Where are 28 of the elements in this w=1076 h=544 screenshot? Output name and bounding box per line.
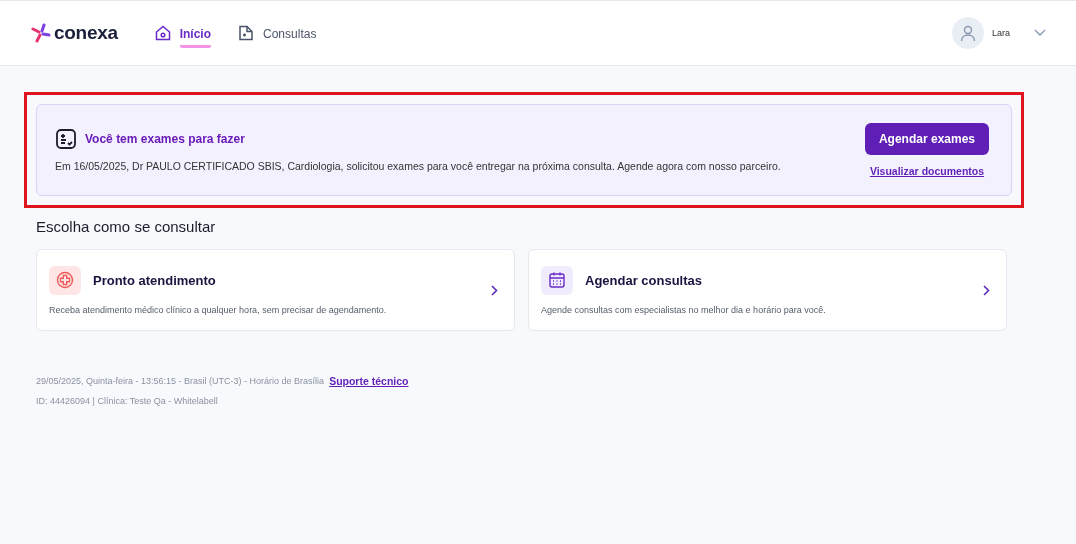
user-name[interactable]: Lara bbox=[992, 28, 1010, 38]
footer-info: ID: 44426094 | Clínica: Teste Qa - Whitelabell bbox=[36, 396, 218, 406]
banner-text: Em 16/05/2025, Dr PAULO CERTIFICADO SBIS, Cardiologia, solicitou exames para você entregar na próxima consulta. Agende agora com nosso parceiro. bbox=[55, 160, 782, 172]
card-title: Agendar consultas bbox=[585, 272, 703, 288]
document-icon bbox=[237, 24, 256, 42]
chevron-down-icon[interactable] bbox=[1034, 29, 1046, 37]
nav-tab[interactable]: Início bbox=[153, 18, 212, 48]
chevron-right-icon bbox=[983, 284, 990, 296]
calendar-icon bbox=[541, 265, 573, 295]
chevron-right-icon bbox=[491, 284, 498, 296]
home-icon bbox=[153, 24, 172, 42]
card-description: Receba atendimento médico clínico a qualquer hora, sem precisar de agendamento. bbox=[49, 304, 388, 315]
logo-icon bbox=[31, 23, 51, 43]
section-title: Escolha como se consultar bbox=[36, 218, 217, 235]
banner-title: Você tem exames para fazer bbox=[85, 132, 245, 146]
card-title: Pronto atendimento bbox=[93, 272, 216, 288]
card-description: Agende consultas com especialistas no melhor dia e horário para você. bbox=[541, 304, 827, 315]
support-link[interactable]: Suporte técnico bbox=[329, 375, 409, 387]
exam-list-icon bbox=[55, 128, 77, 150]
option-card[interactable]: Pronto atendimento Receba atendimento médico clínico a qualquer hora, sem precisar de agendamento. bbox=[36, 249, 515, 331]
medical-cross-icon bbox=[49, 265, 81, 295]
view-documents-link[interactable]: Visualizar documentos bbox=[869, 165, 985, 177]
avatar-icon[interactable] bbox=[952, 17, 984, 49]
footer-datetime: 29/05/2025, Quinta-feira - 13:56:15 - Brasil (UTC-3) - Horário de Brasília bbox=[36, 376, 325, 386]
nav-tab[interactable]: Consultas bbox=[237, 18, 317, 48]
logo-wordmark[interactable]: conexa bbox=[54, 22, 118, 44]
option-card[interactable]: Agendar consultas Agende consultas com especialistas no melhor dia e horário para você. bbox=[528, 249, 1007, 331]
schedule-exams-button[interactable]: Agendar exames bbox=[864, 123, 989, 155]
